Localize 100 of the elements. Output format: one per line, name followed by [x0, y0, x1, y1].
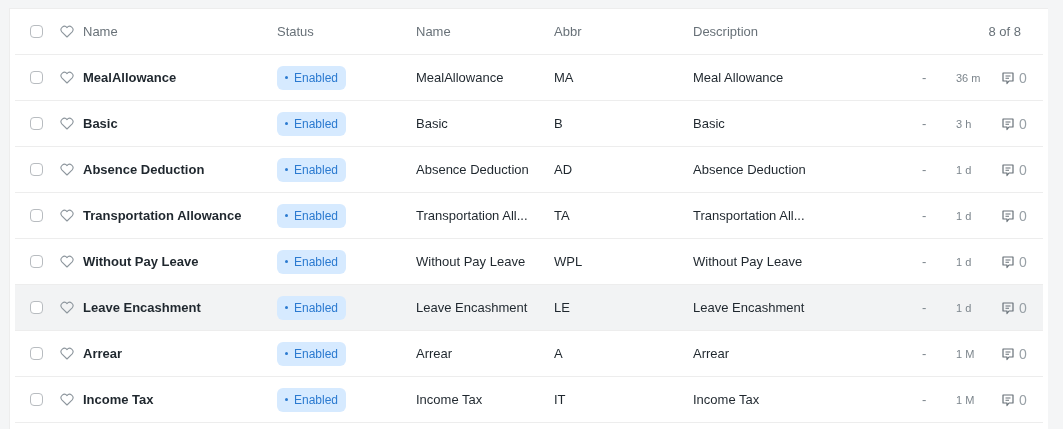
comment-count: 0 — [1019, 299, 1027, 316]
column-header: Name — [83, 24, 119, 39]
table-row[interactable]: Leave Encashment Enabled Leave Encashment LE Leave Encashment - 1 d 0 — [15, 285, 1043, 331]
record-name[interactable]: Basic — [83, 116, 277, 131]
table-cell-text: Arrear — [693, 346, 731, 361]
table-row[interactable]: Income Tax Enabled Income Tax IT Income Tax - 1 M 0 — [15, 377, 1043, 423]
table-cell-text: Leave Encashment — [416, 300, 529, 315]
table-cell-text: Basic — [416, 116, 449, 131]
comment-icon — [1001, 254, 1015, 269]
column-header: Description — [693, 24, 760, 39]
table-cell-text: Income Tax — [416, 392, 484, 407]
table-row[interactable]: Arrear Enabled Arrear A Arrear - 1 M 0 — [15, 331, 1043, 377]
checkbox[interactable] — [30, 71, 43, 84]
table-cell-text: Arrear — [416, 346, 454, 361]
column-header: Abbr — [554, 24, 583, 39]
table-cell-text: Transportation All... — [416, 208, 529, 223]
comment-count: 0 — [1019, 253, 1027, 270]
heart-icon[interactable] — [60, 163, 74, 176]
modified-time: 1 d — [956, 209, 973, 222]
comment-count: 0 — [1019, 345, 1027, 362]
comment-icon — [1001, 346, 1015, 361]
table-row[interactable]: Absence Deduction Enabled Absence Deduction AD Absence Deduction - 1 d 0 — [15, 147, 1043, 193]
heart-icon[interactable] — [60, 71, 74, 84]
dash-text: - — [922, 208, 928, 223]
checkbox[interactable] — [30, 301, 43, 314]
checkbox[interactable] — [30, 209, 43, 222]
comment-icon — [1001, 208, 1015, 223]
table-cell-text: Absence Deduction — [416, 162, 530, 177]
checkbox[interactable] — [30, 393, 43, 406]
comment-icon — [1001, 70, 1015, 85]
comment-icon — [1001, 392, 1015, 407]
record-name[interactable]: Leave Encashment — [83, 300, 277, 315]
record-name[interactable]: Arrear — [83, 346, 277, 361]
modified-time: 3 h — [956, 117, 973, 130]
comment-icon — [1001, 300, 1015, 315]
heart-icon[interactable] — [60, 347, 74, 360]
dash-text: - — [922, 162, 928, 177]
comment-count: 0 — [1019, 391, 1027, 408]
modified-time: 1 M — [956, 347, 976, 360]
checkbox[interactable] — [30, 255, 43, 268]
table-cell-text: Meal Allowance — [693, 70, 785, 85]
modified-time: 1 M — [956, 393, 976, 406]
record-name[interactable]: MealAllowance — [83, 70, 277, 85]
comment-icon — [1001, 162, 1015, 177]
heart-icon[interactable] — [60, 301, 74, 314]
dash-text: - — [922, 70, 928, 85]
table-cell-text: WPL — [554, 254, 584, 269]
table-cell-text: AD — [554, 162, 574, 177]
comment-count: 0 — [1019, 69, 1027, 86]
table-cell-text: LE — [554, 300, 571, 315]
status-badge: Enabled — [277, 341, 347, 366]
heart-icon[interactable] — [60, 25, 74, 38]
record-name[interactable]: Transportation Allowance — [83, 208, 277, 223]
heart-icon[interactable] — [60, 393, 74, 406]
table-cell-text: Basic — [693, 116, 726, 131]
table-row[interactable]: Basic Enabled Basic B Basic - 3 h 0 — [15, 101, 1043, 147]
record-name[interactable]: Income Tax — [83, 392, 277, 407]
checkbox[interactable] — [30, 163, 43, 176]
record-name[interactable]: Absence Deduction — [83, 162, 277, 177]
record-name[interactable]: Without Pay Leave — [83, 254, 277, 269]
status-badge: Enabled — [277, 65, 347, 90]
table-row[interactable]: MealAllowance Enabled MealAllowance MA Meal Allowance - 36 m 0 — [15, 55, 1043, 101]
status-badge: Enabled — [277, 157, 347, 182]
heart-icon[interactable] — [60, 117, 74, 130]
heart-icon[interactable] — [60, 209, 74, 222]
table-cell-text: IT — [554, 392, 567, 407]
modified-time: 36 m — [956, 71, 982, 84]
table-cell-text: Leave Encashment — [693, 300, 806, 315]
status-badge: Enabled — [277, 387, 347, 412]
modified-time: 1 d — [956, 163, 973, 176]
table-cell-text: Absence Deduction — [693, 162, 807, 177]
column-header: Name — [416, 24, 452, 39]
status-badge: Enabled — [277, 249, 347, 274]
status-badge: Enabled — [277, 203, 347, 228]
dash-text: - — [922, 116, 928, 131]
comment-icon — [1001, 116, 1015, 131]
dash-text: - — [922, 254, 928, 269]
dash-text: - — [922, 300, 928, 315]
table-cell-text: B — [554, 116, 564, 131]
table-row[interactable]: Transportation Allowance Enabled Transportation All... TA Transportation All... - 1 d 0 — [15, 193, 1043, 239]
comment-count: 0 — [1019, 115, 1027, 132]
checkbox[interactable] — [30, 347, 43, 360]
dash-text: - — [922, 392, 928, 407]
table-cell-text: Without Pay Leave — [416, 254, 527, 269]
record-count: 8 of 8 — [988, 24, 1022, 39]
table-cell-text: MA — [554, 70, 575, 85]
modified-time: 1 d — [956, 255, 973, 268]
checkbox[interactable] — [30, 117, 43, 130]
checkbox[interactable] — [30, 25, 43, 38]
table-cell-text: A — [554, 346, 564, 361]
column-header: Status — [277, 24, 315, 39]
table-cell-text: MealAllowance — [416, 70, 505, 85]
table-cell-text: TA — [554, 208, 571, 223]
status-badge: Enabled — [277, 111, 347, 136]
table-cell-text: Transportation All... — [693, 208, 806, 223]
table-cell-text: Income Tax — [693, 392, 761, 407]
dash-text: - — [922, 346, 928, 361]
modified-time: 1 d — [956, 301, 973, 314]
comment-count: 0 — [1019, 207, 1027, 224]
heart-icon[interactable] — [60, 255, 74, 268]
